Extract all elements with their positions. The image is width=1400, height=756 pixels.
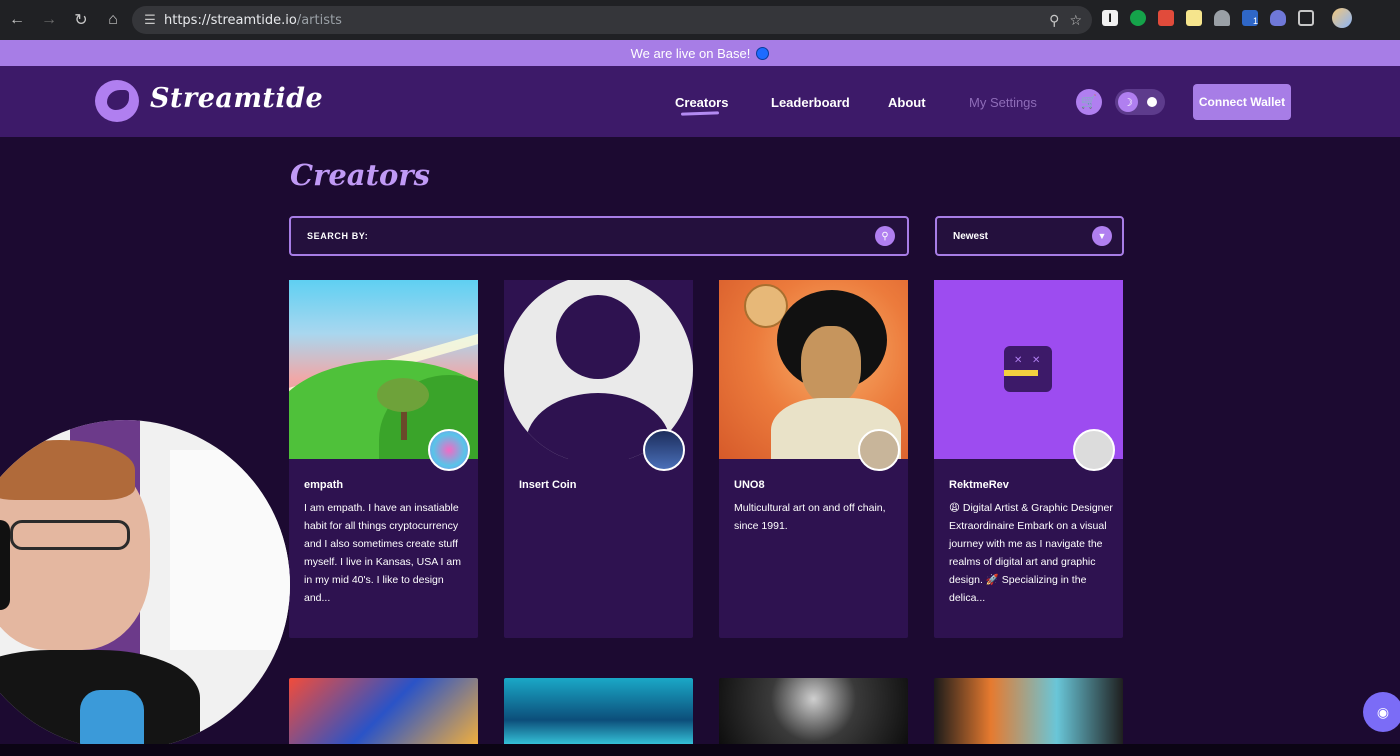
creator-card-cover[interactable]	[719, 678, 908, 748]
creator-avatar[interactable]	[643, 429, 685, 471]
address-bar[interactable]: ☰ https://streamtide.io/artists ⚲ ☆	[132, 6, 1092, 34]
search-box[interactable]: SEARCH BY: ⚲	[289, 216, 909, 256]
theme-toggle[interactable]: ☽	[1115, 89, 1165, 115]
page-title: Creators	[290, 158, 430, 192]
discord-icon[interactable]: ◉	[1363, 692, 1400, 732]
cart-icon[interactable]: 🛒	[1076, 89, 1102, 115]
sun-dot-icon	[1147, 97, 1157, 107]
site-info-icon[interactable]: ☰	[136, 12, 164, 28]
extensions-bar: I 1	[1102, 8, 1352, 28]
sort-dropdown[interactable]: Newest ▼	[935, 216, 1124, 256]
zoom-icon[interactable]: ⚲	[1049, 12, 1059, 29]
profile-avatar[interactable]	[1332, 8, 1352, 28]
forward-arrow-icon[interactable]: →	[34, 5, 64, 35]
url-text: https://streamtide.io/artists	[164, 12, 342, 28]
creator-card[interactable]: UNO8 Multicultural art on and off chain,…	[719, 280, 908, 638]
creator-card[interactable]: Insert Coin	[504, 280, 693, 638]
creator-bio: I am empath. I have an insatiable habit …	[304, 502, 461, 604]
creator-card-cover[interactable]	[504, 678, 693, 748]
creator-name[interactable]: Insert Coin	[519, 479, 576, 491]
extension-icon[interactable]: 1	[1242, 10, 1258, 26]
extension-icon[interactable]: I	[1102, 10, 1118, 26]
puzzle-icon[interactable]	[1298, 10, 1314, 26]
creator-bio: 😩 Digital Artist & Graphic Designer Extr…	[949, 502, 1113, 604]
streamtide-logo-icon[interactable]	[95, 80, 139, 122]
extension-icon[interactable]	[1130, 10, 1146, 26]
extension-icon[interactable]	[1270, 10, 1286, 26]
creator-bio: Multicultural art on and off chain, sinc…	[734, 502, 886, 532]
bottom-edge	[0, 744, 1400, 756]
creator-name[interactable]: empath	[304, 479, 343, 491]
announcement-banner: We are live on Base!	[0, 40, 1400, 66]
nav-my-settings[interactable]: My Settings	[969, 95, 1037, 110]
nav-leaderboard[interactable]: Leaderboard	[771, 95, 850, 110]
chevron-down-icon[interactable]: ▼	[1092, 226, 1112, 246]
back-arrow-icon[interactable]: ←	[2, 5, 32, 35]
creator-card[interactable]: empath I am empath. I have an insatiable…	[289, 280, 478, 638]
webcam-overlay	[0, 420, 290, 750]
reload-icon[interactable]: ↻	[66, 5, 96, 35]
moon-icon: ☽	[1118, 92, 1138, 112]
search-input[interactable]	[374, 230, 875, 242]
creator-card-cover[interactable]	[934, 678, 1123, 748]
star-icon[interactable]: ☆	[1069, 12, 1082, 29]
creator-card[interactable]: ✕ ✕ RektmeRev 😩 Digital Artist & Graphic…	[934, 280, 1123, 638]
brand-name[interactable]: Streamtide	[150, 83, 323, 114]
extension-icon[interactable]	[1186, 10, 1202, 26]
site-header: Streamtide Creators Leaderboard About My…	[0, 66, 1400, 137]
creator-avatar[interactable]	[1073, 429, 1115, 471]
browser-toolbar: ← → ↻ ⌂ ☰ https://streamtide.io/artists …	[0, 0, 1400, 40]
creator-avatar[interactable]	[428, 429, 470, 471]
nav-about[interactable]: About	[888, 95, 926, 110]
home-icon[interactable]: ⌂	[98, 5, 128, 35]
connect-wallet-button[interactable]: Connect Wallet	[1193, 84, 1291, 120]
creator-card-cover[interactable]	[289, 678, 478, 748]
creator-name[interactable]: UNO8	[734, 479, 765, 491]
sort-selected-value: Newest	[953, 230, 989, 242]
base-logo-icon	[756, 46, 770, 60]
search-icon[interactable]: ⚲	[875, 226, 895, 246]
creator-name[interactable]: RektmeRev	[949, 479, 1009, 491]
nav-creators[interactable]: Creators	[675, 95, 728, 110]
extension-icon[interactable]	[1214, 10, 1230, 26]
search-label: SEARCH BY:	[307, 231, 369, 241]
banner-text: We are live on Base!	[630, 45, 751, 61]
rekt-face-icon: ✕ ✕	[1004, 346, 1052, 392]
extension-icon[interactable]	[1158, 10, 1174, 26]
creator-avatar[interactable]	[858, 429, 900, 471]
active-nav-indicator	[680, 111, 720, 116]
